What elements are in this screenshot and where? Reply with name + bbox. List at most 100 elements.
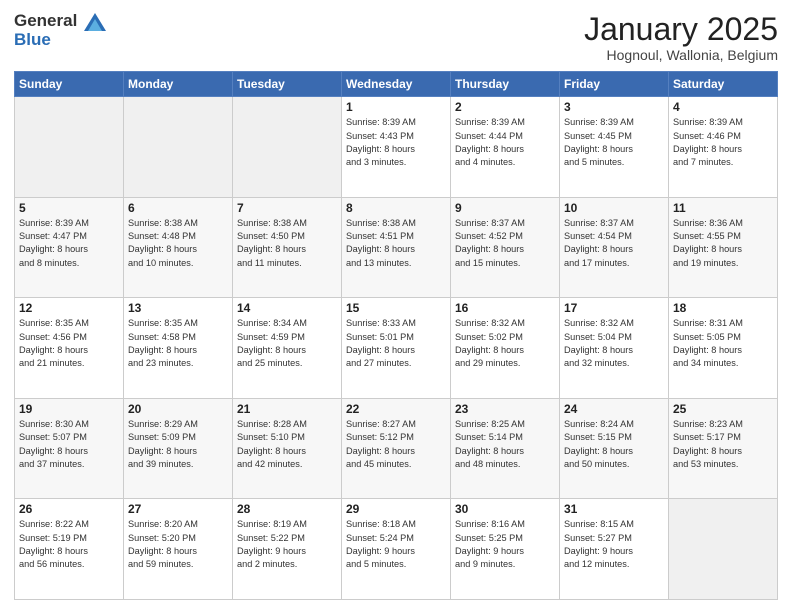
calendar-cell: 22 Sunrise: 8:27 AM Sunset: 5:12 PM Dayli… bbox=[342, 398, 451, 499]
day-info: Sunrise: 8:39 AM Sunset: 4:45 PM Dayligh… bbox=[564, 116, 664, 169]
day-info: Sunrise: 8:34 AM Sunset: 4:59 PM Dayligh… bbox=[237, 317, 337, 370]
day-number: 6 bbox=[128, 201, 228, 215]
day-info: Sunrise: 8:33 AM Sunset: 5:01 PM Dayligh… bbox=[346, 317, 446, 370]
col-tuesday: Tuesday bbox=[233, 72, 342, 97]
calendar-cell: 3 Sunrise: 8:39 AM Sunset: 4:45 PM Daylig… bbox=[560, 97, 669, 198]
calendar-cell: 26 Sunrise: 8:22 AM Sunset: 5:19 PM Dayli… bbox=[15, 499, 124, 600]
day-info: Sunrise: 8:23 AM Sunset: 5:17 PM Dayligh… bbox=[673, 418, 773, 471]
title-block: January 2025 Hognoul, Wallonia, Belgium bbox=[584, 12, 778, 63]
calendar-cell: 17Sunrise: 8:32 AM Sunset: 5:04 PM Dayli… bbox=[560, 298, 669, 399]
calendar-cell: 8 Sunrise: 8:38 AM Sunset: 4:51 PM Daylig… bbox=[342, 197, 451, 298]
day-info: Sunrise: 8:35 AM Sunset: 4:58 PM Dayligh… bbox=[128, 317, 228, 370]
calendar-week-3: 12Sunrise: 8:35 AM Sunset: 4:56 PM Dayli… bbox=[15, 298, 778, 399]
day-info: Sunrise: 8:28 AM Sunset: 5:10 PM Dayligh… bbox=[237, 418, 337, 471]
calendar-week-1: 1Sunrise: 8:39 AM Sunset: 4:43 PM Daylig… bbox=[15, 97, 778, 198]
col-wednesday: Wednesday bbox=[342, 72, 451, 97]
calendar-cell: 10 Sunrise: 8:37 AM Sunset: 4:54 PM Dayli… bbox=[560, 197, 669, 298]
day-info: Sunrise: 8:27 AM Sunset: 5:12 PM Dayligh… bbox=[346, 418, 446, 471]
calendar-cell bbox=[124, 97, 233, 198]
day-number: 5 bbox=[19, 201, 119, 215]
calendar-week-2: 5Sunrise: 8:39 AM Sunset: 4:47 PM Daylig… bbox=[15, 197, 778, 298]
day-number: 10 bbox=[564, 201, 664, 215]
day-number: 31 bbox=[564, 502, 664, 516]
day-info: Sunrise: 8:20 AM Sunset: 5:20 PM Dayligh… bbox=[128, 518, 228, 571]
day-info: Sunrise: 8:38 AM Sunset: 4:51 PM Dayligh… bbox=[346, 217, 446, 270]
day-info: Sunrise: 8:36 AM Sunset: 4:55 PM Dayligh… bbox=[673, 217, 773, 270]
logo: General Blue bbox=[14, 12, 106, 49]
day-number: 26 bbox=[19, 502, 119, 516]
calendar-week-5: 26 Sunrise: 8:22 AM Sunset: 5:19 PM Dayli… bbox=[15, 499, 778, 600]
day-number: 11 bbox=[673, 201, 773, 215]
day-info: Sunrise: 8:38 AM Sunset: 4:48 PM Dayligh… bbox=[128, 217, 228, 270]
calendar-cell: 19 Sunrise: 8:30 AM Sunset: 5:07 PM Dayli… bbox=[15, 398, 124, 499]
day-number: 8 bbox=[346, 201, 446, 215]
day-number: 25 bbox=[673, 402, 773, 416]
calendar-cell: 15 Sunrise: 8:33 AM Sunset: 5:01 PM Dayli… bbox=[342, 298, 451, 399]
calendar-cell: 12Sunrise: 8:35 AM Sunset: 4:56 PM Dayli… bbox=[15, 298, 124, 399]
calendar-cell: 13 Sunrise: 8:35 AM Sunset: 4:58 PM Dayli… bbox=[124, 298, 233, 399]
page-container: General Blue January 2025 Hognoul, Wallo… bbox=[0, 0, 792, 612]
day-info: Sunrise: 8:32 AM Sunset: 5:04 PM Dayligh… bbox=[564, 317, 664, 370]
day-info: Sunrise: 8:37 AM Sunset: 4:54 PM Dayligh… bbox=[564, 217, 664, 270]
day-info: Sunrise: 8:16 AM Sunset: 5:25 PM Dayligh… bbox=[455, 518, 555, 571]
day-number: 15 bbox=[346, 301, 446, 315]
day-info: Sunrise: 8:39 AM Sunset: 4:43 PM Dayligh… bbox=[346, 116, 446, 169]
day-number: 13 bbox=[128, 301, 228, 315]
day-info: Sunrise: 8:39 AM Sunset: 4:46 PM Dayligh… bbox=[673, 116, 773, 169]
day-number: 16 bbox=[455, 301, 555, 315]
calendar-table: Sunday Monday Tuesday Wednesday Thursday… bbox=[14, 71, 778, 600]
day-number: 2 bbox=[455, 100, 555, 114]
location-text: Hognoul, Wallonia, Belgium bbox=[584, 47, 778, 63]
day-number: 21 bbox=[237, 402, 337, 416]
calendar-cell: 1Sunrise: 8:39 AM Sunset: 4:43 PM Daylig… bbox=[342, 97, 451, 198]
day-info: Sunrise: 8:25 AM Sunset: 5:14 PM Dayligh… bbox=[455, 418, 555, 471]
day-number: 9 bbox=[455, 201, 555, 215]
col-saturday: Saturday bbox=[669, 72, 778, 97]
day-info: Sunrise: 8:30 AM Sunset: 5:07 PM Dayligh… bbox=[19, 418, 119, 471]
logo-blue-text: Blue bbox=[14, 31, 106, 50]
day-number: 23 bbox=[455, 402, 555, 416]
day-number: 7 bbox=[237, 201, 337, 215]
day-number: 27 bbox=[128, 502, 228, 516]
calendar-cell: 23 Sunrise: 8:25 AM Sunset: 5:14 PM Dayli… bbox=[451, 398, 560, 499]
calendar-cell: 5Sunrise: 8:39 AM Sunset: 4:47 PM Daylig… bbox=[15, 197, 124, 298]
calendar-cell: 20Sunrise: 8:29 AM Sunset: 5:09 PM Dayli… bbox=[124, 398, 233, 499]
day-info: Sunrise: 8:31 AM Sunset: 5:05 PM Dayligh… bbox=[673, 317, 773, 370]
day-info: Sunrise: 8:38 AM Sunset: 4:50 PM Dayligh… bbox=[237, 217, 337, 270]
calendar-cell: 4 Sunrise: 8:39 AM Sunset: 4:46 PM Daylig… bbox=[669, 97, 778, 198]
calendar-cell: 31 Sunrise: 8:15 AM Sunset: 5:27 PM Dayli… bbox=[560, 499, 669, 600]
day-number: 4 bbox=[673, 100, 773, 114]
calendar-cell: 25 Sunrise: 8:23 AM Sunset: 5:17 PM Dayli… bbox=[669, 398, 778, 499]
day-number: 30 bbox=[455, 502, 555, 516]
day-number: 24 bbox=[564, 402, 664, 416]
day-number: 14 bbox=[237, 301, 337, 315]
calendar-week-4: 19 Sunrise: 8:30 AM Sunset: 5:07 PM Dayli… bbox=[15, 398, 778, 499]
day-number: 22 bbox=[346, 402, 446, 416]
day-number: 28 bbox=[237, 502, 337, 516]
day-info: Sunrise: 8:15 AM Sunset: 5:27 PM Dayligh… bbox=[564, 518, 664, 571]
day-number: 20 bbox=[128, 402, 228, 416]
day-info: Sunrise: 8:22 AM Sunset: 5:19 PM Dayligh… bbox=[19, 518, 119, 571]
col-monday: Monday bbox=[124, 72, 233, 97]
calendar-cell: 14 Sunrise: 8:34 AM Sunset: 4:59 PM Dayli… bbox=[233, 298, 342, 399]
calendar-cell bbox=[15, 97, 124, 198]
calendar-cell: 9 Sunrise: 8:37 AM Sunset: 4:52 PM Daylig… bbox=[451, 197, 560, 298]
col-thursday: Thursday bbox=[451, 72, 560, 97]
day-number: 3 bbox=[564, 100, 664, 114]
day-number: 18 bbox=[673, 301, 773, 315]
calendar-cell: 18 Sunrise: 8:31 AM Sunset: 5:05 PM Dayli… bbox=[669, 298, 778, 399]
calendar-cell: 6 Sunrise: 8:38 AM Sunset: 4:48 PM Daylig… bbox=[124, 197, 233, 298]
calendar-cell: 21 Sunrise: 8:28 AM Sunset: 5:10 PM Dayli… bbox=[233, 398, 342, 499]
day-number: 12 bbox=[19, 301, 119, 315]
day-number: 19 bbox=[19, 402, 119, 416]
calendar-cell: 29Sunrise: 8:18 AM Sunset: 5:24 PM Dayli… bbox=[342, 499, 451, 600]
day-info: Sunrise: 8:39 AM Sunset: 4:44 PM Dayligh… bbox=[455, 116, 555, 169]
calendar-cell: 7 Sunrise: 8:38 AM Sunset: 4:50 PM Daylig… bbox=[233, 197, 342, 298]
calendar-cell bbox=[233, 97, 342, 198]
calendar-cell: 2 Sunrise: 8:39 AM Sunset: 4:44 PM Daylig… bbox=[451, 97, 560, 198]
month-title: January 2025 bbox=[584, 12, 778, 47]
day-info: Sunrise: 8:37 AM Sunset: 4:52 PM Dayligh… bbox=[455, 217, 555, 270]
page-header: General Blue January 2025 Hognoul, Wallo… bbox=[14, 12, 778, 63]
day-number: 29 bbox=[346, 502, 446, 516]
calendar-cell bbox=[669, 499, 778, 600]
